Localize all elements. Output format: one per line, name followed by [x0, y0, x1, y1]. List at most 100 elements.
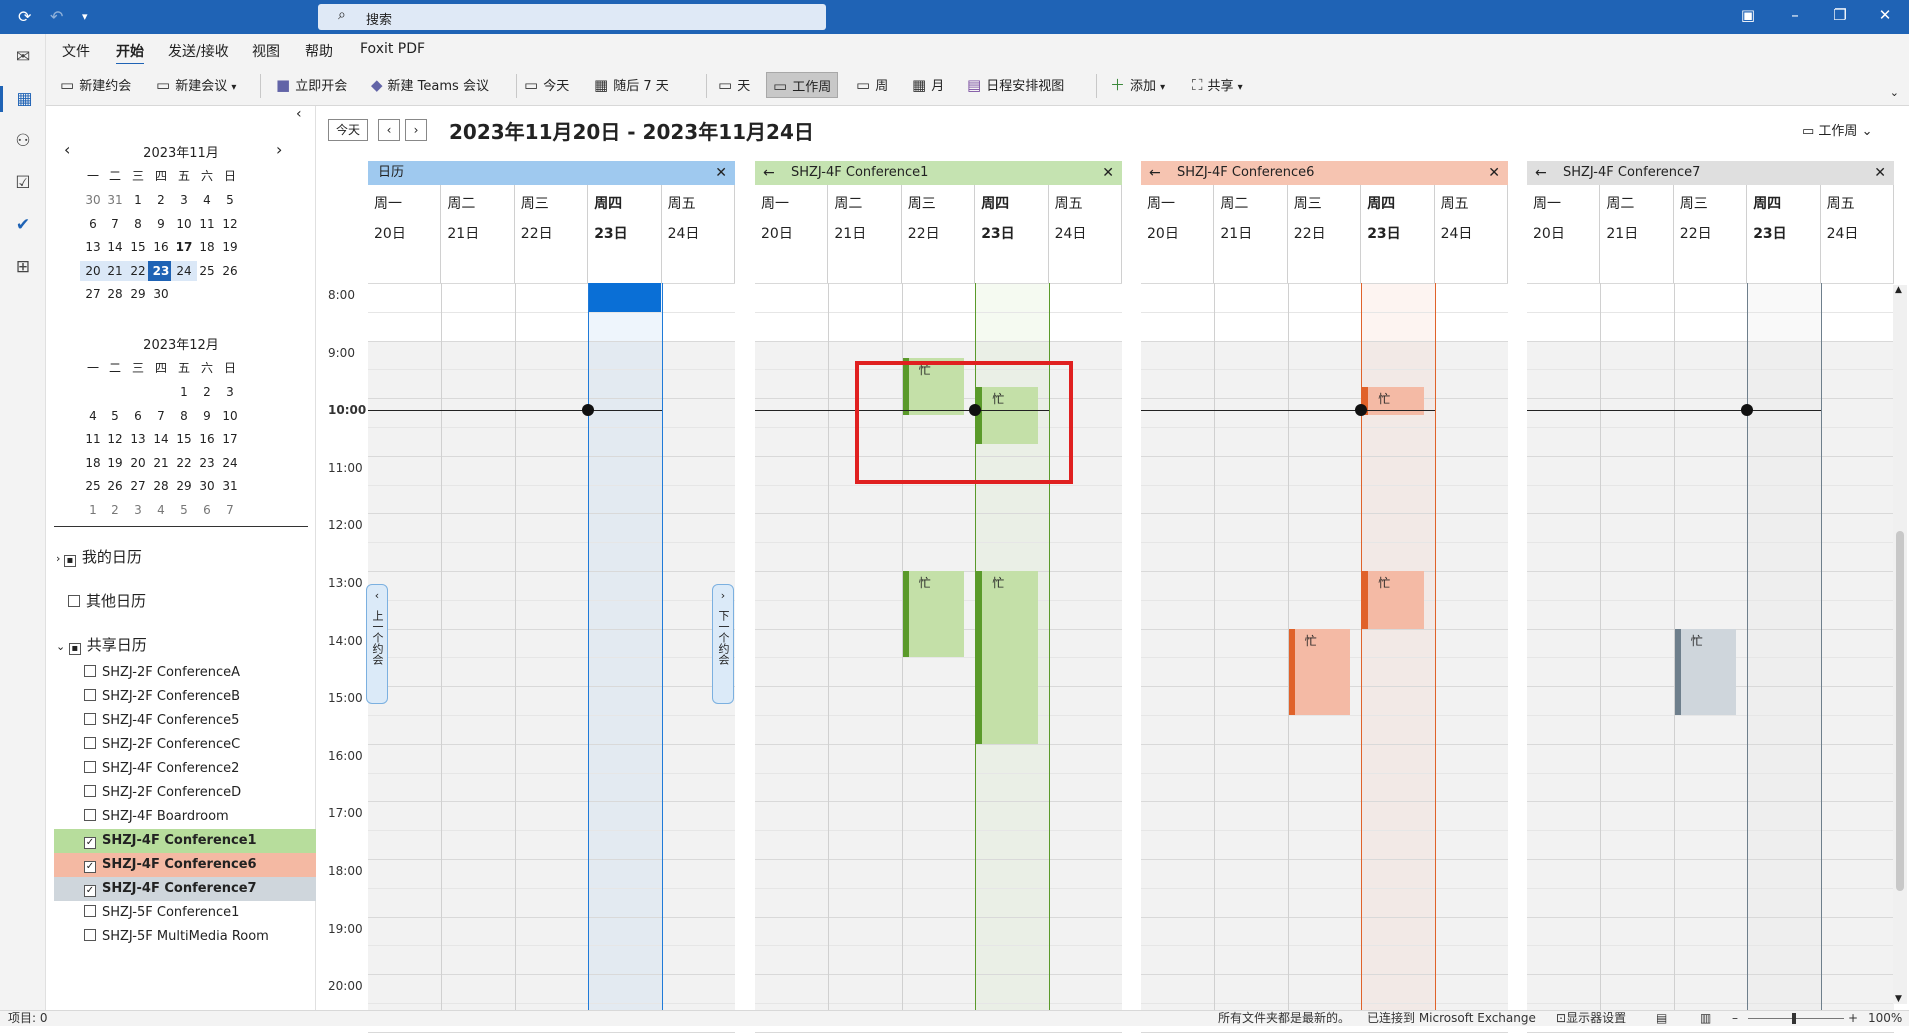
month-view-button[interactable]: ▦ 月 — [912, 72, 944, 98]
day-column-header[interactable]: 周二 21日 — [828, 185, 902, 283]
close-icon[interactable]: ✕ — [1874, 161, 1886, 185]
busy-appointment[interactable]: 忙 — [1288, 628, 1351, 715]
day-column-header[interactable]: 周三 22日 — [515, 185, 589, 283]
close-icon[interactable]: ✕ — [715, 161, 727, 185]
group-checkbox[interactable]: ▪ — [68, 643, 81, 655]
prev-week-button[interactable]: ‹ — [378, 119, 400, 141]
calendar-checkbox[interactable] — [84, 761, 96, 773]
shared-calendar-item[interactable]: SHZJ-4F Conference2 — [54, 757, 316, 781]
group-other-calendars[interactable]: 其他日历 — [68, 590, 146, 611]
calendar-checkbox[interactable]: ✓ — [84, 861, 96, 873]
new-meeting-button[interactable]: ▭ 新建会议 ▾ — [156, 72, 236, 98]
mini-cal-day[interactable]: 3 — [217, 382, 243, 402]
mini-cal-day[interactable]: 10 — [217, 406, 243, 426]
shared-calendar-item[interactable]: SHZJ-2F ConferenceB — [54, 685, 316, 709]
calendar-grid[interactable]: 忙 — [1527, 283, 1894, 1033]
day-column-header[interactable]: 周三 22日 — [1674, 185, 1748, 283]
day-column-header[interactable]: 周一 20日 — [368, 185, 442, 283]
group-my-calendars[interactable]: › ▪ 我的日历 — [56, 546, 142, 567]
shared-calendar-item[interactable]: ✓ SHZJ-4F Conference6 — [54, 853, 316, 877]
next-appointment-tab[interactable]: › 下一个约会 — [712, 584, 734, 704]
day-view-button[interactable]: ▭ 天 — [718, 72, 750, 98]
day-column-header[interactable]: 周五 24日 — [662, 185, 735, 283]
calendar-checkbox[interactable] — [84, 929, 96, 941]
view-selector[interactable]: ▭ 工作周 ⌄ — [1802, 120, 1872, 139]
next-7-days-button[interactable]: ▦ 随后 7 天 — [594, 72, 669, 98]
shared-calendar-item[interactable]: SHZJ-2F ConferenceC — [54, 733, 316, 757]
calendar-grid[interactable] — [368, 283, 735, 1033]
day-column-header[interactable]: 周二 21日 — [1600, 185, 1674, 283]
previous-appointment-tab[interactable]: ‹ 上一个约会 — [366, 584, 388, 704]
busy-appointment[interactable]: 忙 — [1362, 386, 1424, 416]
scroll-up-icon[interactable]: ▲ — [1895, 285, 1902, 295]
ribbon-display-icon[interactable]: ▣ — [1733, 6, 1763, 24]
mini-cal-day[interactable]: 30 — [148, 284, 174, 304]
calendar-checkbox[interactable] — [84, 905, 96, 917]
today-button[interactable]: ▭ 今天 — [524, 72, 569, 98]
mini-cal-next-icon[interactable]: › — [276, 140, 282, 159]
group-shared-calendars[interactable]: ⌄ ▪ 共享日历 — [56, 634, 147, 655]
close-button[interactable]: ✕ — [1870, 6, 1900, 24]
mini-cal-day[interactable]: 7 — [217, 500, 243, 520]
calendar-checkbox[interactable] — [84, 689, 96, 701]
expand-ribbon-icon[interactable]: ⌄ — [1890, 86, 1899, 99]
tab-send-receive[interactable]: 发送/接收 — [168, 41, 229, 61]
shared-calendar-item[interactable]: SHZJ-4F Boardroom — [54, 805, 316, 829]
day-column-header[interactable]: 周五 24日 — [1049, 185, 1122, 283]
day-column-header[interactable]: 周二 21日 — [1214, 185, 1288, 283]
day-column-header[interactable]: 周三 22日 — [902, 185, 976, 283]
new-appointment-button[interactable]: ▭ 新建约会 — [60, 72, 131, 98]
day-column-header[interactable]: 周四 23日 — [975, 185, 1049, 283]
mini-cal-day[interactable]: 12 — [217, 214, 243, 234]
minimize-button[interactable]: – — [1780, 6, 1810, 24]
day-column-header[interactable]: 周五 24日 — [1435, 185, 1508, 283]
mini-cal-day[interactable]: 17 — [217, 429, 243, 449]
day-column-header[interactable]: 周三 22日 — [1288, 185, 1362, 283]
day-column-header[interactable]: 周二 21日 — [441, 185, 515, 283]
collapse-pane-icon[interactable]: ‹ — [296, 106, 302, 122]
close-icon[interactable]: ✕ — [1488, 161, 1500, 185]
mail-icon[interactable]: ✉ — [10, 44, 36, 70]
busy-appointment[interactable]: 忙 — [976, 571, 1038, 744]
group-checkbox[interactable]: ▪ — [63, 555, 76, 567]
calendar-panel-header[interactable]: ← SHZJ-4F Conference7 ✕ — [1527, 161, 1894, 185]
busy-appointment[interactable] — [589, 283, 661, 312]
calendar-checkbox[interactable]: ✓ — [84, 885, 96, 897]
shared-calendar-item[interactable]: SHZJ-2F ConferenceD — [54, 781, 316, 805]
week-view-button[interactable]: ▭ 周 — [856, 72, 888, 98]
next-week-button[interactable]: › — [405, 119, 427, 141]
calendar-checkbox[interactable] — [84, 665, 96, 677]
scroll-down-icon[interactable]: ▼ — [1895, 994, 1902, 1004]
back-arrow-icon[interactable]: ← — [1149, 161, 1161, 185]
tab-foxit-pdf[interactable]: Foxit PDF — [360, 41, 425, 57]
day-column-header[interactable]: 周一 20日 — [1141, 185, 1215, 283]
zoom-slider[interactable] — [1748, 1018, 1844, 1019]
sync-icon[interactable]: ⟳ — [18, 7, 31, 27]
tab-home[interactable]: 开始 — [116, 41, 144, 65]
add-button[interactable]: ＋ 添加 ▾ — [1110, 72, 1165, 98]
back-arrow-icon[interactable]: ← — [1535, 161, 1547, 185]
display-settings-button[interactable]: ⊡显示器设置 — [1556, 1011, 1626, 1026]
calendar-checkbox[interactable] — [84, 785, 96, 797]
zoom-in-icon[interactable]: + — [1848, 1011, 1858, 1026]
calendar-checkbox[interactable] — [84, 737, 96, 749]
tab-help[interactable]: 帮助 — [305, 41, 333, 61]
close-icon[interactable]: ✕ — [1102, 161, 1114, 185]
zoom-out-icon[interactable]: – — [1732, 1011, 1738, 1026]
busy-appointment[interactable]: 忙 — [902, 571, 965, 658]
search-box[interactable]: ⌕ 搜索 — [318, 4, 826, 30]
today-nav-button[interactable]: 今天 — [328, 119, 368, 141]
zoom-slider-thumb[interactable] — [1792, 1013, 1796, 1024]
workweek-view-button[interactable]: ▭ 工作周 — [766, 72, 839, 98]
customize-toolbar-icon[interactable]: ▾ — [82, 7, 88, 27]
back-arrow-icon[interactable]: ← — [763, 161, 775, 185]
mini-cal-day[interactable]: 24 — [217, 453, 243, 473]
meet-now-button[interactable]: ■ 立即开会 — [276, 72, 347, 98]
group-checkbox[interactable] — [68, 595, 80, 607]
normal-view-icon[interactable]: ▤ — [1656, 1011, 1667, 1026]
day-column-header[interactable]: 周四 23日 — [588, 185, 662, 283]
shared-calendar-item[interactable]: SHZJ-2F ConferenceA — [54, 661, 316, 685]
shared-calendar-item[interactable]: SHZJ-5F MultiMedia Room — [54, 925, 316, 949]
calendar-checkbox[interactable] — [84, 713, 96, 725]
tasks-icon[interactable]: ☑ — [10, 170, 36, 196]
